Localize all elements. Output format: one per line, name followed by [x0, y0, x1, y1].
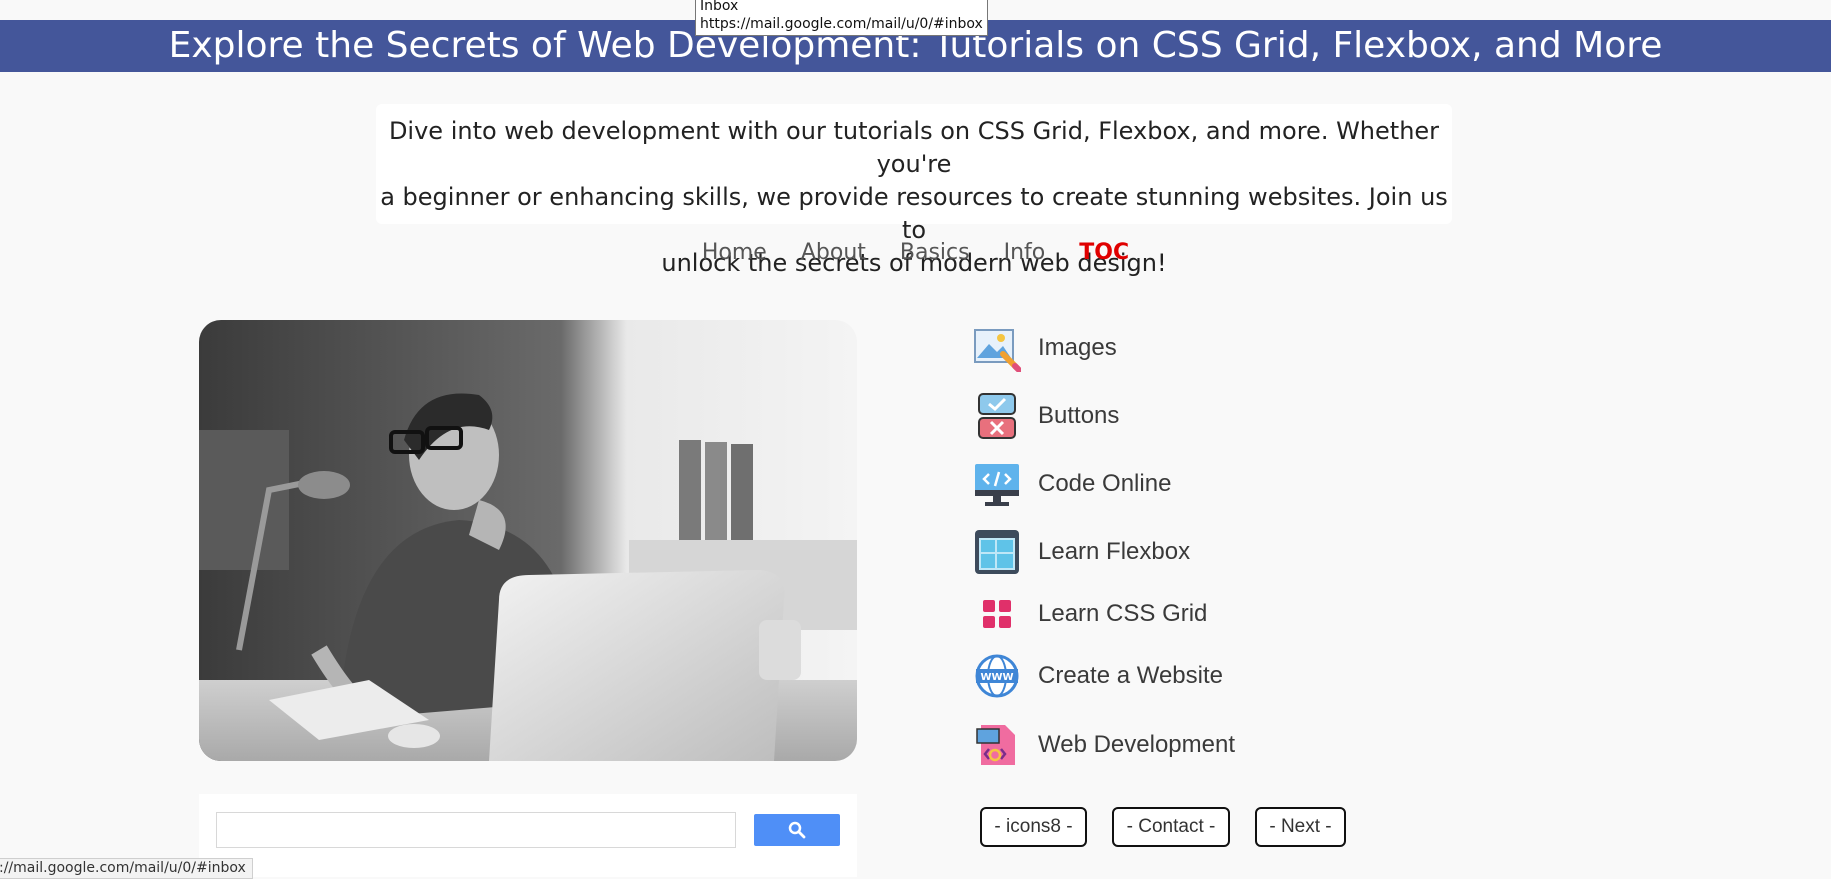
image-edit-icon [974, 329, 1021, 372]
contact-button[interactable]: - Contact - [1112, 807, 1230, 847]
tooltip-url: https://mail.google.com/mail/u/0/#inbox [700, 16, 983, 32]
nav-about[interactable]: About [801, 240, 866, 265]
code-monitor-icon [975, 464, 1019, 506]
hero-photo [199, 320, 857, 761]
grid-blocks-icon [983, 600, 1011, 628]
toc-item-learn-css-grid[interactable]: Learn CSS Grid [973, 590, 1207, 638]
toc-item-buttons[interactable]: Buttons [973, 392, 1119, 440]
intro-line-1: Dive into web development with our tutor… [388, 117, 1440, 178]
icons8-button[interactable]: - icons8 - [980, 807, 1087, 847]
flexbox-layout-icon [975, 530, 1019, 574]
toc-label-buttons: Buttons [1038, 402, 1120, 429]
toc-label-learn-css-grid: Learn CSS Grid [1038, 600, 1208, 627]
toc-label-learn-flexbox: Learn Flexbox [1038, 538, 1191, 565]
search-icon [788, 821, 806, 839]
intro-line-2: a beginner or enhancing skills, we provi… [380, 183, 1448, 244]
toc-label-web-development: Web Development [1038, 731, 1235, 758]
tooltip-title: Inbox [700, 0, 739, 14]
search-input[interactable] [216, 812, 736, 848]
status-bar-url: ://mail.google.com/mail/u/0/#inbox [0, 858, 253, 879]
nav-info[interactable]: Info [1004, 240, 1046, 265]
toc-item-web-development[interactable]: Web Development [973, 721, 1235, 769]
toc-item-code-online[interactable]: Code Online [973, 460, 1171, 508]
web-dev-file-icon [976, 725, 1015, 765]
main-nav: Home About Basics Info TOC [0, 240, 1831, 265]
nav-basics[interactable]: Basics [900, 240, 970, 265]
toc-label-create-a-website: Create a Website [1038, 662, 1223, 689]
nav-home[interactable]: Home [702, 240, 767, 265]
link-tooltip: Inbox https://mail.google.com/mail/u/0/#… [695, 0, 988, 36]
www-globe-icon: WWW [975, 654, 1019, 698]
toc-label-code-online: Code Online [1038, 470, 1172, 497]
search-widget [199, 794, 857, 877]
svg-text:WWW: WWW [980, 672, 1013, 683]
check-cross-buttons-icon [978, 393, 1016, 439]
toc-item-learn-flexbox[interactable]: Learn Flexbox [973, 528, 1190, 576]
toc-item-images[interactable]: Images [973, 324, 1117, 372]
next-button[interactable]: - Next - [1255, 807, 1346, 847]
intro-text: Dive into web development with our tutor… [376, 104, 1452, 277]
toc-label-images: Images [1038, 334, 1117, 361]
search-button[interactable] [754, 814, 840, 846]
nav-toc[interactable]: TOC [1079, 240, 1129, 265]
toc-item-create-a-website[interactable]: WWW Create a Website [973, 652, 1223, 700]
